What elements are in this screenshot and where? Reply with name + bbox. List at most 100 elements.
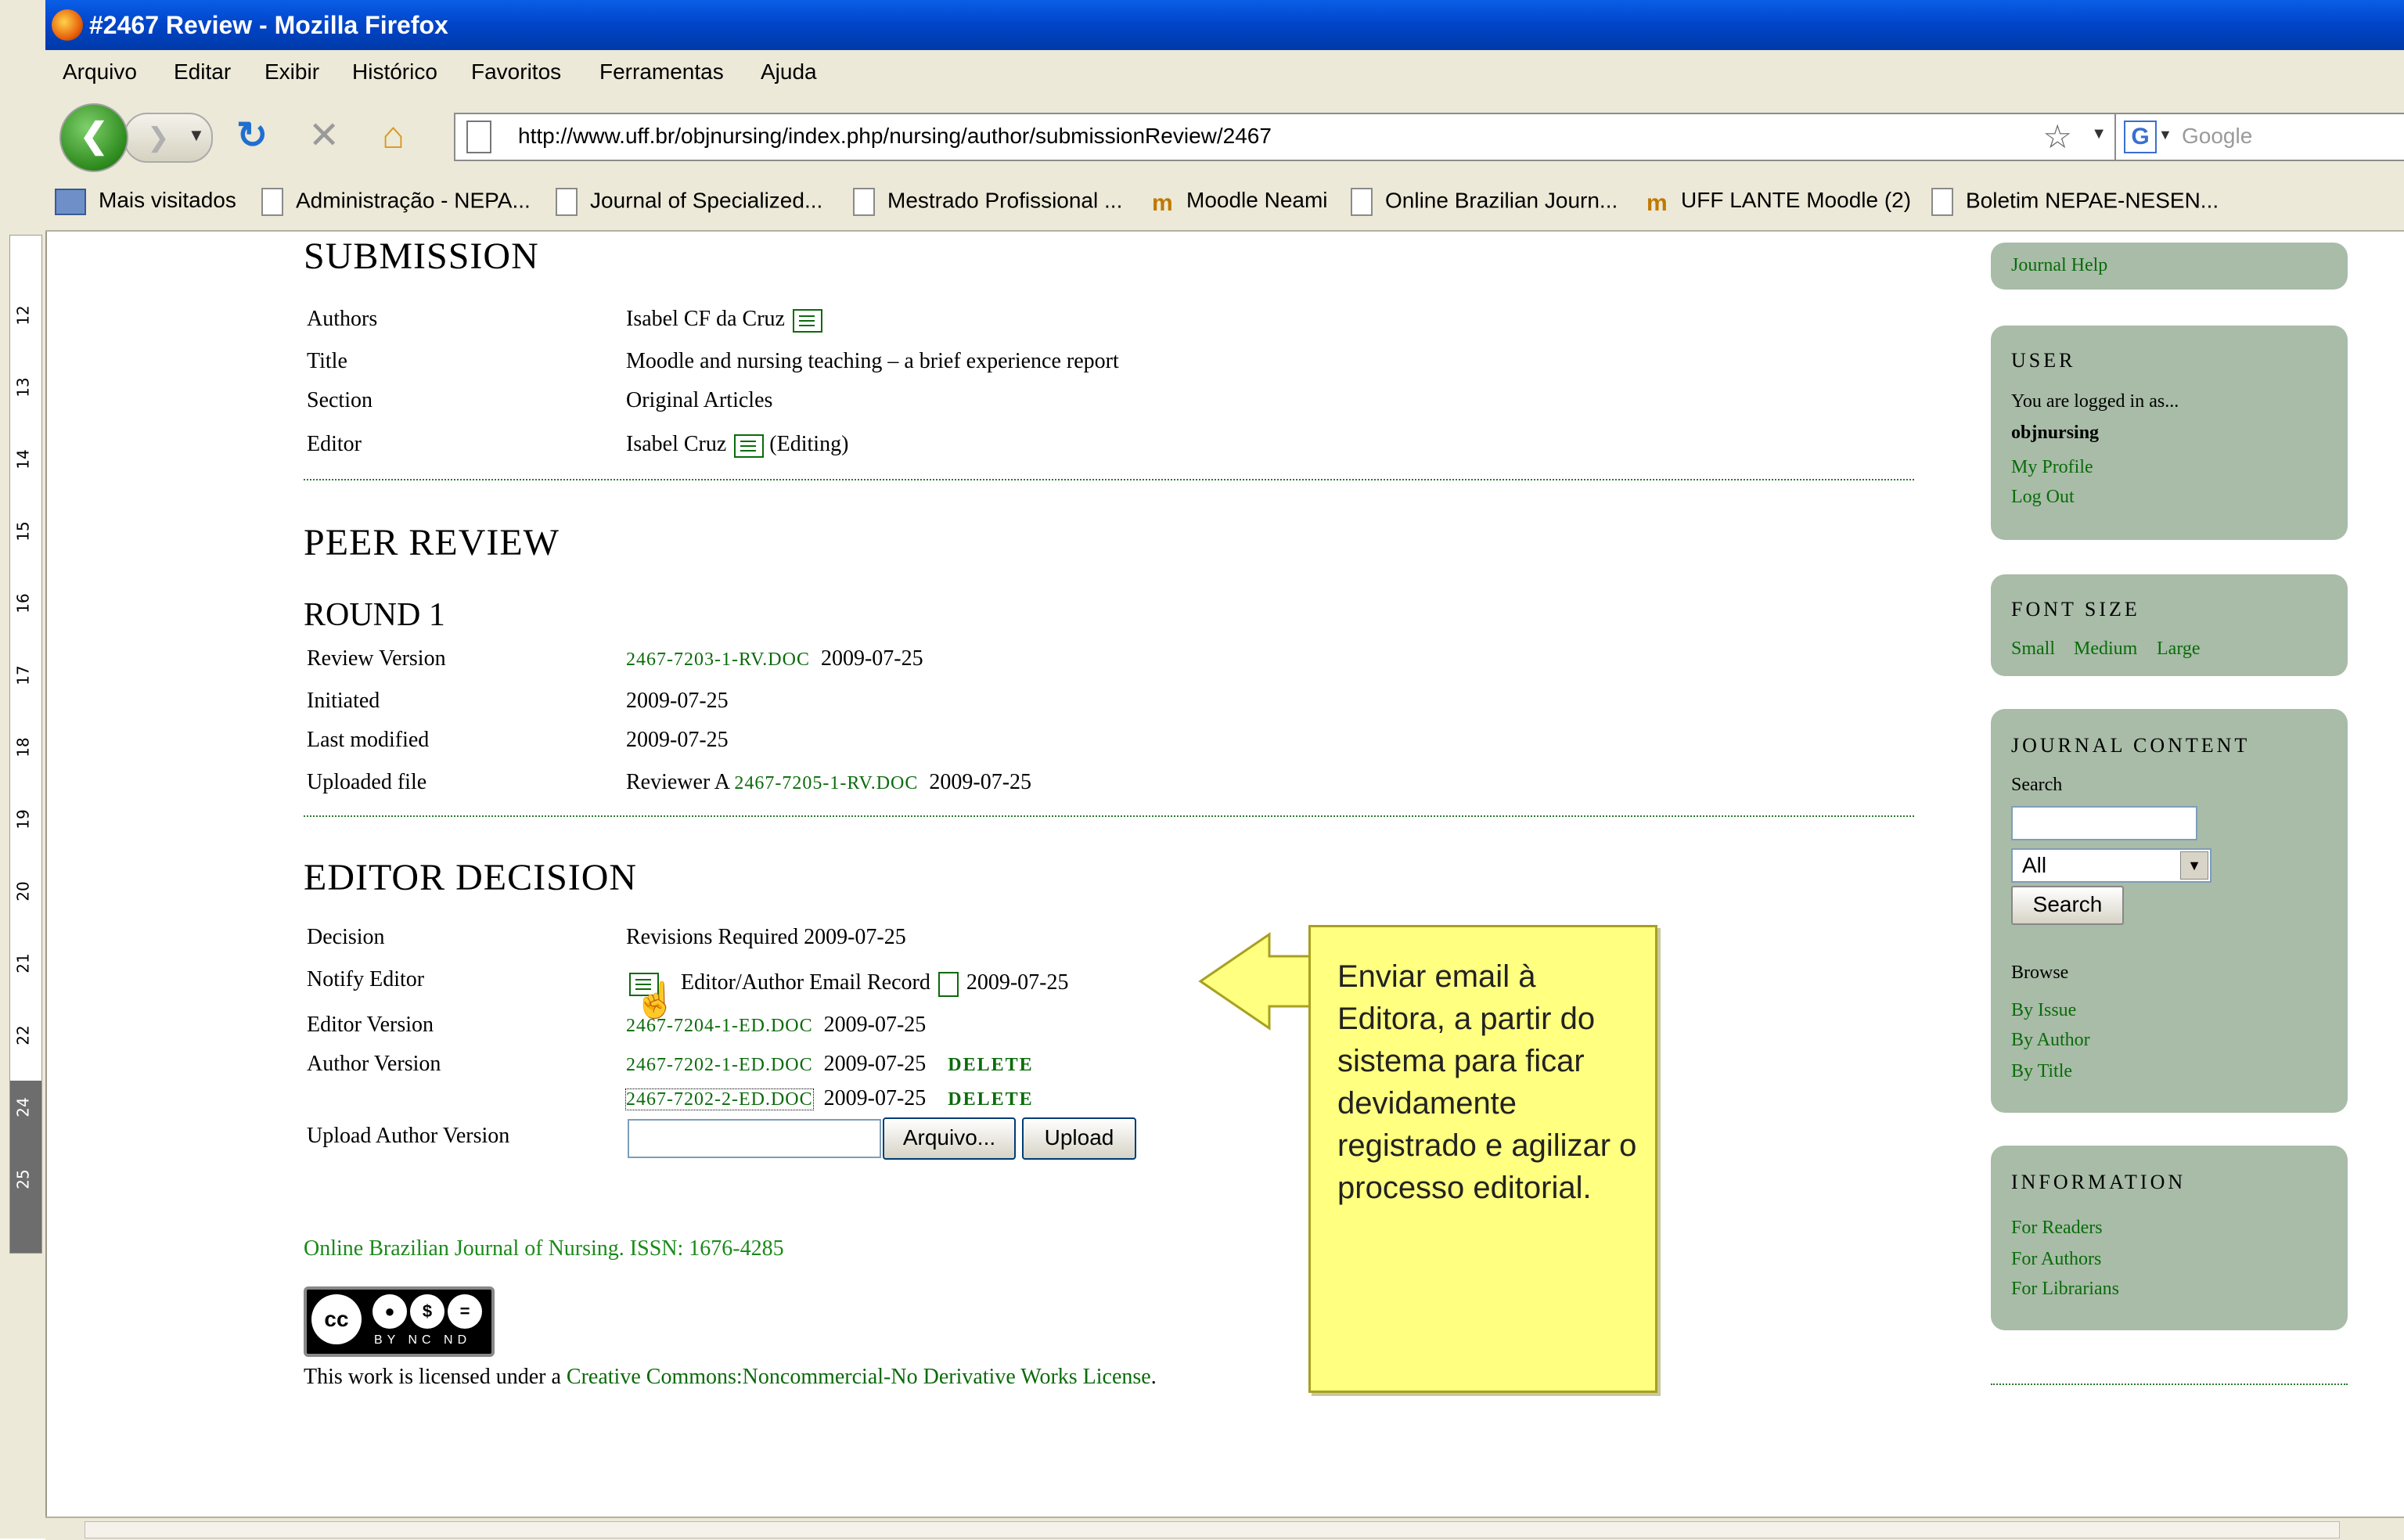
back-button[interactable]: ❮ [59, 103, 128, 172]
round-heading: ROUND 1 [304, 597, 445, 633]
bookmark-online-brazilian[interactable]: Online Brazilian Journ... [1351, 188, 1618, 216]
bookmark-mestrado[interactable]: Mestrado Profissional ... [853, 188, 1122, 216]
menu-ajuda[interactable]: Ajuda [761, 59, 817, 85]
search-scope-select[interactable]: All ▼ [2011, 848, 2211, 883]
menu-ferramentas[interactable]: Ferramentas [599, 59, 724, 85]
editor-value: Isabel Cruz (Editing) [626, 432, 848, 458]
review-version-date: 2009-07-25 [820, 646, 923, 671]
page-icon [556, 188, 578, 216]
scrollbar-thumb[interactable] [85, 1521, 2340, 1538]
bookmarks-toolbar: Mais visitados Administração - NEPA... J… [45, 175, 2404, 232]
journal-help-link[interactable]: Journal Help [2011, 255, 2107, 276]
select-arrow-icon[interactable]: ▼ [2180, 851, 2208, 880]
for-librarians-link[interactable]: For Librarians [2011, 1279, 2119, 1300]
bookmark-administracao[interactable]: Administração - NEPA... [261, 188, 531, 216]
editor-version-date: 2009-07-25 [823, 1013, 927, 1037]
initiated-value: 2009-07-25 [626, 689, 729, 713]
bookmark-journal-specialized[interactable]: Journal of Specialized... [556, 188, 822, 216]
author-version-file-link[interactable]: 2467-7202-2-ED.DOC [625, 1088, 814, 1110]
for-authors-link[interactable]: For Authors [2011, 1249, 2101, 1270]
license-prefix: This work is licensed under a [304, 1365, 561, 1389]
ruler-number: 22 [13, 1025, 33, 1045]
google-icon[interactable]: G [2124, 121, 2157, 153]
for-readers-link[interactable]: For Readers [2011, 1218, 2103, 1239]
license-link[interactable]: Creative Commons:Noncommercial-No Deriva… [567, 1365, 1151, 1389]
email-editor-icon[interactable] [734, 434, 765, 458]
engine-dropdown-icon[interactable]: ▼ [2158, 127, 2172, 143]
peer-review-heading: PEER REVIEW [304, 522, 560, 563]
journal-search-input[interactable] [2011, 806, 2197, 840]
menu-editar[interactable]: Editar [174, 59, 231, 85]
license-text: This work is licensed under a Creative C… [304, 1365, 1157, 1390]
forward-button[interactable]: ❯ ▼ [124, 113, 213, 163]
email-log-icon[interactable] [937, 971, 959, 997]
stop-icon[interactable]: ✕ [308, 114, 340, 158]
callout-note: Enviar email à Editora, a partir do sist… [1308, 925, 1657, 1393]
by-author-link[interactable]: By Author [2011, 1030, 2090, 1051]
section-divider [304, 815, 1914, 817]
bookmark-uff-lante[interactable]: m UFF LANTE Moodle (2) [1646, 188, 1911, 216]
reload-icon[interactable]: ↻ [236, 114, 268, 158]
author-version-label: Author Version [307, 1052, 441, 1076]
search-placeholder[interactable]: Google [2182, 124, 2252, 149]
user-block: USER You are logged in as... objnursing … [1991, 326, 2348, 540]
author-version-file-link[interactable]: 2467-7202-1-ED.DOC [626, 1055, 813, 1075]
ruler-number: 24 [13, 1097, 33, 1117]
menu-arquivo[interactable]: Arquivo [63, 59, 137, 85]
url-text[interactable]: http://www.uff.br/objnursing/index.php/n… [518, 124, 1272, 149]
delete-link[interactable]: DELETE [948, 1089, 1033, 1110]
by-icon: ● [372, 1294, 407, 1329]
upload-author-version-label: Upload Author Version [307, 1124, 510, 1148]
email-author-icon[interactable] [792, 308, 822, 333]
notify-editor-label: Notify Editor [307, 967, 425, 991]
bookmark-boletim[interactable]: Boletim NEPAE-NESEN... [1931, 188, 2219, 216]
creative-commons-badge[interactable]: cc ● $ = BY NC ND [304, 1286, 495, 1357]
page-icon [1351, 188, 1373, 216]
by-title-link[interactable]: By Title [2011, 1061, 2072, 1082]
browse-label: Browse [2011, 962, 2069, 983]
uploaded-file-date: 2009-07-25 [929, 770, 1032, 794]
by-issue-link[interactable]: By Issue [2011, 1000, 2076, 1021]
journal-search-button[interactable]: Search [2011, 886, 2124, 925]
editor-version-label: Editor Version [307, 1013, 434, 1037]
moodle-icon: m [1152, 189, 1173, 216]
font-medium-link[interactable]: Medium [2074, 639, 2137, 660]
menu-exibir[interactable]: Exibir [265, 59, 319, 85]
bookmark-label: Online Brazilian Journ... [1385, 188, 1618, 213]
ruler-number: 21 [13, 953, 33, 973]
nd-icon: = [448, 1294, 482, 1329]
ruler-number: 15 [13, 521, 33, 542]
review-version-file-link[interactable]: 2467-7203-1-RV.DOC [626, 649, 810, 670]
license-suffix: . [1150, 1365, 1157, 1389]
uploaded-file-link[interactable]: 2467-7205-1-RV.DOC [734, 773, 918, 793]
menu-historico[interactable]: Histórico [352, 59, 437, 85]
journal-help-block: Journal Help [1991, 243, 2348, 290]
my-profile-link[interactable]: My Profile [2011, 457, 2093, 478]
address-bar[interactable]: http://www.uff.br/objnursing/index.php/n… [454, 113, 2122, 161]
notify-date: 2009-07-25 [966, 970, 1069, 995]
history-dropdown-icon[interactable]: ▼ [188, 125, 205, 146]
upload-button[interactable]: Upload [1022, 1117, 1136, 1160]
navigation-toolbar: ❯ ▼ ❮ ↻ ✕ ⌂ http://www.uff.br/objnursing… [45, 97, 2404, 176]
delete-link[interactable]: DELETE [948, 1055, 1033, 1075]
menu-favoritos[interactable]: Favoritos [471, 59, 561, 85]
home-icon[interactable]: ⌂ [382, 114, 405, 158]
bookmark-mais-visitados[interactable]: Mais visitados [55, 188, 236, 215]
browse-file-button[interactable]: Arquivo... [883, 1117, 1016, 1160]
font-large-link[interactable]: Large [2157, 639, 2201, 660]
url-dropdown-icon[interactable]: ▼ [2091, 125, 2107, 143]
authors-name: Isabel CF da Cruz [626, 307, 785, 331]
search-engine-box[interactable]: G ▼ Google [2114, 113, 2404, 161]
horizontal-scrollbar[interactable] [45, 1517, 2404, 1540]
bookmark-moodle-neami[interactable]: m Moodle Neami [1152, 188, 1328, 216]
editor-version-file-link[interactable]: 2467-7204-1-ED.DOC [626, 1016, 813, 1036]
upload-file-input[interactable] [628, 1119, 881, 1158]
section-divider [304, 479, 1914, 480]
font-small-link[interactable]: Small [2011, 639, 2055, 660]
submission-heading: SUBMISSION [304, 236, 539, 277]
log-out-link[interactable]: Log Out [2011, 487, 2075, 508]
journal-footer-link[interactable]: Online Brazilian Journal of Nursing. ISS… [304, 1236, 784, 1261]
ruler-number: 13 [13, 377, 33, 398]
bookmark-star-icon[interactable]: ☆ [2042, 117, 2072, 156]
review-version-value: 2467-7203-1-RV.DOC 2009-07-25 [626, 646, 923, 671]
